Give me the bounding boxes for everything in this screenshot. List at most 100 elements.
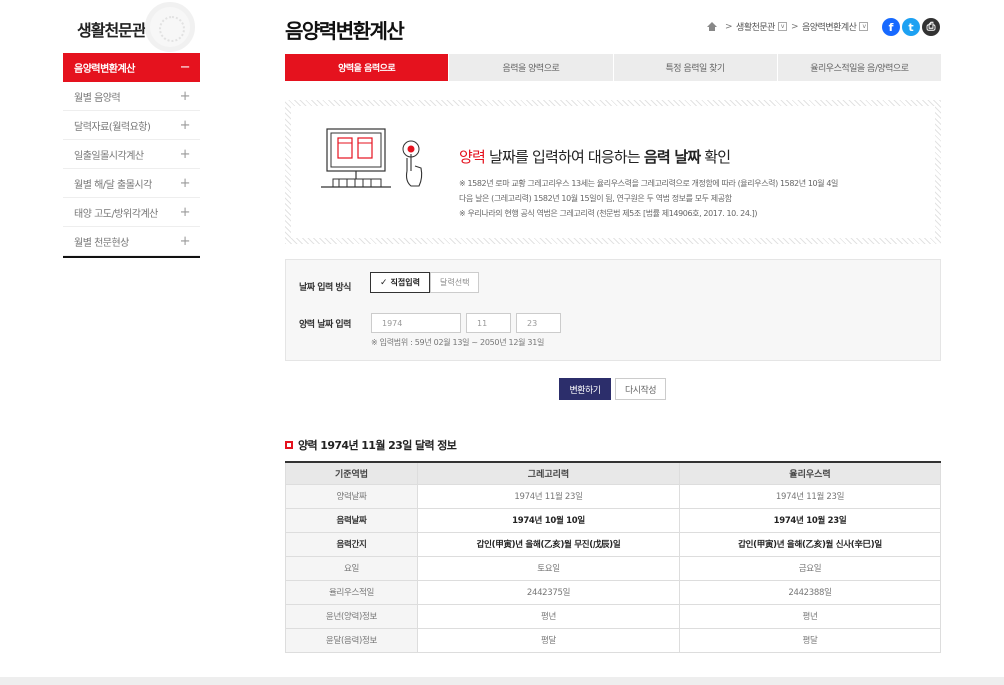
info-heading: 양력 날짜를 입력하여 대응하는 음력 날짜 확인 <box>459 146 731 167</box>
month-input[interactable]: 11 <box>466 313 511 333</box>
tab-lunar-to-solar[interactable]: 음력을 양력으로 <box>448 54 612 81</box>
expand-icon[interactable]: + <box>180 205 191 220</box>
breadcrumb: > 생활천문관 v > 음양력변환계산 v <box>707 20 869 33</box>
gregorian-value: 갑인(甲寅)년 을해(乙亥)월 무진(戊辰)일 <box>417 531 680 557</box>
chevron-down-icon[interactable]: v <box>859 22 869 31</box>
table-row: 윤년(양력)정보 평년 평년 <box>285 603 941 629</box>
sidebar-item-lunar-solar-conversion[interactable]: 음양력변환계산 − <box>63 53 200 82</box>
sidebar-title: 생활천문관 <box>77 21 147 40</box>
table-row: 윤달(음력)정보 평달 평달 <box>285 627 941 653</box>
input-range-hint: ※ 입력범위 : 59년 02월 13일 ~ 2050년 12월 31일 <box>371 338 545 347</box>
reset-button[interactable]: 다시작성 <box>615 378 666 400</box>
row-label: 음력간지 <box>285 531 418 557</box>
row-label: 율리우스적일 <box>285 579 418 605</box>
calendar-select-button[interactable]: 달력선택 <box>430 272 480 293</box>
info-panel: 양력 날짜를 입력하여 대응하는 음력 날짜 확인 ※ 1582년 로마 교황 … <box>285 100 941 244</box>
date-input-form: 날짜 입력 방식 직접입력 달력선택 양력 날짜 입력 1974 11 23 ※… <box>285 259 941 361</box>
sidebar: 생활천문관 음양력변환계산 − 월별 음양력 + 달력자료(월력요항) + 일출… <box>63 0 200 258</box>
social-links: f t ⎙ <box>882 18 940 36</box>
sidebar-item-sunrise-sunset[interactable]: 일출일몰시각계산 + <box>63 140 200 169</box>
tab-solar-to-lunar[interactable]: 양력을 음력으로 <box>285 54 449 81</box>
julian-value: 평년 <box>679 603 941 629</box>
solar-date-label: 양력 날짜 입력 <box>299 320 351 330</box>
breadcrumb-item-section[interactable]: 생활천문관 <box>736 20 775 33</box>
table-row: 음력간지 갑인(甲寅)년 을해(乙亥)월 무진(戊辰)일 갑인(甲寅)년 을해(… <box>285 531 941 557</box>
input-method-label: 날짜 입력 방식 <box>299 283 351 293</box>
sidebar-item-astronomical-events[interactable]: 월별 천문현상 + <box>63 227 200 256</box>
table-row: 음력날짜 1974년 10월 10일 1974년 10월 23일 <box>285 507 941 533</box>
info-heading-end: 확인 <box>700 148 731 166</box>
sidebar-menu: 음양력변환계산 − 월별 음양력 + 달력자료(월력요항) + 일출일몰시각계산… <box>63 53 200 258</box>
julian-value: 갑인(甲寅)년 을해(乙亥)월 신사(辛巳)일 <box>679 531 941 557</box>
info-heading-middle: 날짜를 입력하여 대응하는 <box>485 148 644 166</box>
gregorian-value: 1974년 11월 23일 <box>417 483 680 509</box>
tab-julian-day[interactable]: 율리우스적일을 음/양력으로 <box>776 54 941 81</box>
sidebar-item-label: 월별 음양력 <box>74 92 121 104</box>
julian-value: 2442388일 <box>679 579 941 605</box>
sidebar-item-label: 달력자료(월력요항) <box>74 121 151 133</box>
conversion-tabs: 양력을 음력으로 음력을 양력으로 특정 음력일 찾기 율리우스적일을 음/양력… <box>285 54 941 81</box>
row-label: 음력날짜 <box>285 507 418 533</box>
print-icon[interactable]: ⎙ <box>922 18 940 36</box>
expand-icon[interactable]: + <box>180 147 191 162</box>
twitter-icon[interactable]: t <box>902 18 920 36</box>
sidebar-item-solar-altitude[interactable]: 태양 고도/방위각계산 + <box>63 198 200 227</box>
info-heading-solar: 양력 <box>459 148 486 166</box>
clock-decoration-icon <box>145 2 195 52</box>
table-row: 양력날짜 1974년 11월 23일 1974년 11월 23일 <box>285 483 941 509</box>
gregorian-value: 평년 <box>417 603 680 629</box>
expand-icon[interactable]: + <box>180 176 191 191</box>
facebook-icon[interactable]: f <box>882 18 900 36</box>
breadcrumb-separator: > <box>725 21 733 32</box>
julian-value: 1974년 10월 23일 <box>679 507 941 533</box>
row-label: 요일 <box>285 555 418 581</box>
table-row: 율리우스적일 2442375일 2442388일 <box>285 579 941 605</box>
info-note-2: 다음 날은 (그레고리력) 1582년 10월 15일이 됨, 연구원은 두 역… <box>459 194 732 203</box>
julian-value: 1974년 11월 23일 <box>679 483 941 509</box>
sidebar-item-label: 음양력변환계산 <box>74 64 135 75</box>
result-table: 기준역법 그레고리력 율리우스력 양력날짜 1974년 11월 23일 1974… <box>285 461 941 653</box>
column-header-julian: 율리우스력 <box>679 462 941 485</box>
info-note-3: ※ 우리나라의 현행 공식 역법은 그레고리력 (천문법 제5조 [법률 제14… <box>459 209 758 218</box>
sidebar-item-calendar-data[interactable]: 달력자료(월력요항) + <box>63 111 200 140</box>
expand-icon[interactable]: + <box>180 89 191 104</box>
column-header-gregorian: 그레고리력 <box>417 462 680 485</box>
table-row: 요일 토요일 금요일 <box>285 555 941 581</box>
gregorian-value: 1974년 10월 10일 <box>417 507 680 533</box>
computer-touch-icon <box>321 128 423 188</box>
row-label: 양력날짜 <box>285 483 418 509</box>
gregorian-value: 토요일 <box>417 555 680 581</box>
row-label: 윤년(양력)정보 <box>285 603 418 629</box>
footer-bar <box>0 677 1004 685</box>
gregorian-value: 평달 <box>417 627 680 653</box>
info-note-1: ※ 1582년 로마 교황 그레고리우스 13세는 율리우스력을 그레고리력으로… <box>459 179 838 188</box>
sidebar-header: 생활천문관 <box>63 0 200 53</box>
convert-button[interactable]: 변환하기 <box>559 378 611 400</box>
page-title: 음양력변환계산 <box>285 19 405 43</box>
collapse-icon[interactable]: − <box>180 60 191 75</box>
home-icon[interactable] <box>707 22 717 31</box>
info-heading-lunar-date: 음력 날짜 <box>643 148 701 166</box>
square-bullet-icon <box>285 441 293 449</box>
tab-find-lunar-date[interactable]: 특정 음력일 찾기 <box>612 54 777 81</box>
sidebar-item-monthly-calendar[interactable]: 월별 음양력 + <box>63 82 200 111</box>
sidebar-item-label: 월별 해/달 출몰시각 <box>74 179 152 191</box>
sidebar-item-label: 일출일몰시각계산 <box>74 150 144 162</box>
expand-icon[interactable]: + <box>180 118 191 133</box>
breadcrumb-separator: > <box>790 21 799 32</box>
direct-input-button[interactable]: 직접입력 <box>370 272 430 293</box>
chevron-down-icon[interactable]: v <box>777 22 787 31</box>
day-input[interactable]: 23 <box>516 313 561 333</box>
sidebar-item-label: 월별 천문현상 <box>74 237 129 249</box>
breadcrumb-item-page[interactable]: 음양력변환계산 <box>802 20 857 33</box>
julian-value: 금요일 <box>679 555 941 581</box>
sidebar-item-label: 태양 고도/방위각계산 <box>74 208 158 220</box>
input-method-toggle: 직접입력 달력선택 <box>370 272 480 293</box>
result-title: 양력 1974년 11월 23일 달력 정보 <box>285 437 457 453</box>
sidebar-item-sun-moon-rise[interactable]: 월별 해/달 출몰시각 + <box>63 169 200 198</box>
expand-icon[interactable]: + <box>180 234 191 249</box>
year-input[interactable]: 1974 <box>371 313 461 333</box>
julian-value: 평달 <box>679 627 941 653</box>
table-header-row: 기준역법 그레고리력 율리우스력 <box>285 462 941 485</box>
column-header-standard: 기준역법 <box>285 462 418 485</box>
